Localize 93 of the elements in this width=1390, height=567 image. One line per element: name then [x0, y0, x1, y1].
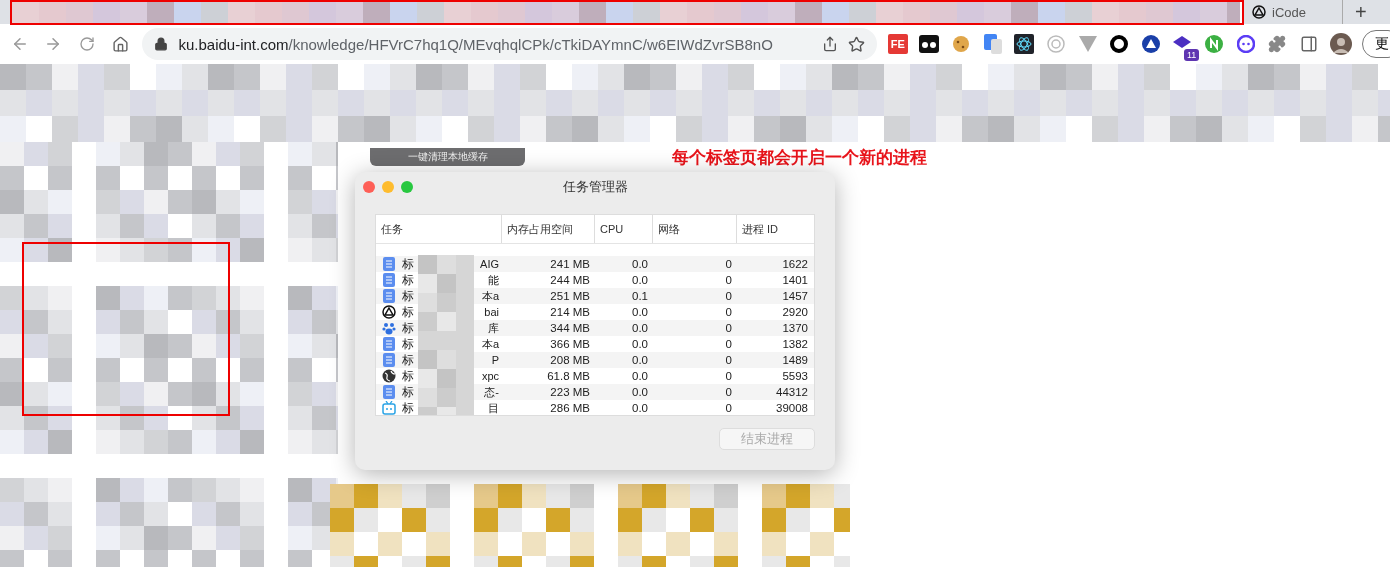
- table-cell-text: 0: [725, 274, 733, 286]
- new-tab-button[interactable]: +: [1343, 0, 1379, 24]
- table-cell-text: 库: [488, 320, 500, 336]
- robot-face-icon[interactable]: [1236, 35, 1255, 53]
- extension-badge: 11: [1183, 49, 1200, 61]
- table-cell-text: 214 MB: [550, 306, 591, 318]
- table-cell-text: AIG: [480, 258, 500, 270]
- cookie-icon[interactable]: [952, 35, 970, 53]
- paw-icon: [382, 321, 396, 335]
- table-cell-text: 0: [725, 402, 733, 414]
- table-cell-text: 态-: [484, 384, 500, 400]
- table-cell-text: 344 MB: [550, 322, 591, 334]
- table-cell-text: 1457: [782, 290, 809, 302]
- ring-icon[interactable]: [1110, 35, 1129, 53]
- reload-icon[interactable]: [79, 36, 95, 52]
- table-cell-text: 0: [725, 354, 733, 366]
- table-cell-text: 0: [725, 370, 733, 382]
- table-cell-text: 0.1: [632, 290, 649, 302]
- table-cell: 标: [402, 304, 414, 320]
- extension-icon[interactable]: FE: [887, 34, 908, 54]
- extensions-icon[interactable]: [1268, 35, 1287, 53]
- table-cell: 标: [402, 352, 414, 368]
- clear-cache-button[interactable]: 一键清理本地缓存: [370, 148, 525, 166]
- column-header[interactable]: 内存占用空间: [501, 215, 594, 243]
- table-cell-text: 0.0: [632, 322, 649, 334]
- atom-icon[interactable]: [1014, 34, 1035, 54]
- table-cell-text: 0: [725, 290, 733, 302]
- table-cell-text: 0.0: [632, 386, 649, 398]
- table-cell-text: 251 MB: [550, 290, 591, 302]
- triangle-logo-icon[interactable]: [1141, 35, 1160, 53]
- table-cell-text: 1370: [782, 322, 809, 334]
- side-panel-icon[interactable]: [1300, 35, 1319, 53]
- table-cell-text: 0.0: [632, 338, 649, 350]
- table-cell-text: 2920: [782, 306, 809, 318]
- window-title: 任务管理器: [562, 178, 628, 196]
- bookmark-star-icon[interactable]: [847, 35, 865, 53]
- table-cell: 标: [402, 336, 414, 352]
- tv-icon: [382, 401, 396, 415]
- address-bar[interactable]: ku.baidu-int.com/knowledge/HFVrC7hq1Q/MEvqhqlCPk/cTkiDAYmnC/w6EIWdZvrSB8nO: [142, 28, 877, 60]
- table-cell: 标: [402, 400, 414, 415]
- table-cell-text: 0.0: [632, 274, 649, 286]
- table-cell-text: 0.0: [632, 354, 649, 366]
- table-cell-text: 0.0: [632, 402, 649, 414]
- avatar-icon[interactable]: [1329, 33, 1352, 55]
- triangle-logo-icon: [382, 305, 396, 319]
- home-icon[interactable]: [112, 35, 130, 53]
- table-cell-text: 244 MB: [550, 274, 591, 286]
- table-cell-text: 0.0: [632, 306, 649, 318]
- lock-icon: [154, 37, 169, 51]
- table-cell-text: xpc: [481, 370, 500, 382]
- table-cell-text: 1382: [782, 338, 809, 350]
- table-cell-text: 1401: [782, 274, 809, 286]
- table-cell-text: 366 MB: [550, 338, 591, 350]
- table-cell-text: 208 MB: [550, 354, 591, 366]
- table-cell-text: 0: [725, 258, 733, 270]
- column-header[interactable]: 进程 ID: [736, 215, 812, 243]
- table-cell-text: 0.0: [632, 370, 649, 382]
- extension-icon[interactable]: [919, 35, 940, 53]
- table-cell-text: 1489: [782, 354, 809, 366]
- column-header[interactable]: CPU: [594, 215, 652, 243]
- table-cell-text: 61.8 MB: [547, 370, 591, 382]
- close-button[interactable]: [363, 181, 375, 193]
- column-header[interactable]: 网络: [652, 215, 736, 243]
- table-cell-text: 5593: [782, 370, 809, 382]
- table-cell-text: 能: [488, 272, 500, 288]
- table-cell-text: 286 MB: [550, 402, 591, 414]
- triangle-logo-icon: [1252, 5, 1266, 19]
- table-cell: 标: [402, 288, 414, 304]
- table-cell-text: 1622: [782, 258, 809, 270]
- table-cell-text: bai: [484, 306, 500, 318]
- n-logo-icon[interactable]: [1205, 35, 1224, 53]
- table-cell: 标: [402, 256, 414, 272]
- table-cell: 标: [402, 320, 414, 336]
- table-cell: 标: [402, 368, 414, 384]
- table-cell-text: 本a: [481, 288, 500, 304]
- table-cell-text: 44312: [776, 386, 809, 398]
- table-cell-text: 0: [725, 338, 733, 350]
- column-header[interactable]: 任务: [376, 215, 501, 243]
- table-cell-text: 0: [725, 386, 733, 398]
- table-cell-text: 39008: [776, 402, 809, 414]
- table-cell-text: 本a: [481, 336, 500, 352]
- annotation-text: 每个标签页都会开启一个新的进程: [672, 147, 927, 169]
- table-cell-text: 0.0: [632, 258, 649, 270]
- share-icon[interactable]: [821, 36, 838, 52]
- table-cell-text: P: [491, 354, 500, 366]
- table-cell-text: 241 MB: [550, 258, 591, 270]
- table-cell-text: 0: [725, 306, 733, 318]
- table-cell-text: 0: [725, 322, 733, 334]
- table-cell-text: 223 MB: [550, 386, 591, 398]
- update-button[interactable]: 更: [1362, 30, 1390, 58]
- table-cell: 标: [402, 272, 414, 288]
- table-cell-text: 目: [488, 400, 500, 415]
- table-cell: 标: [402, 384, 414, 400]
